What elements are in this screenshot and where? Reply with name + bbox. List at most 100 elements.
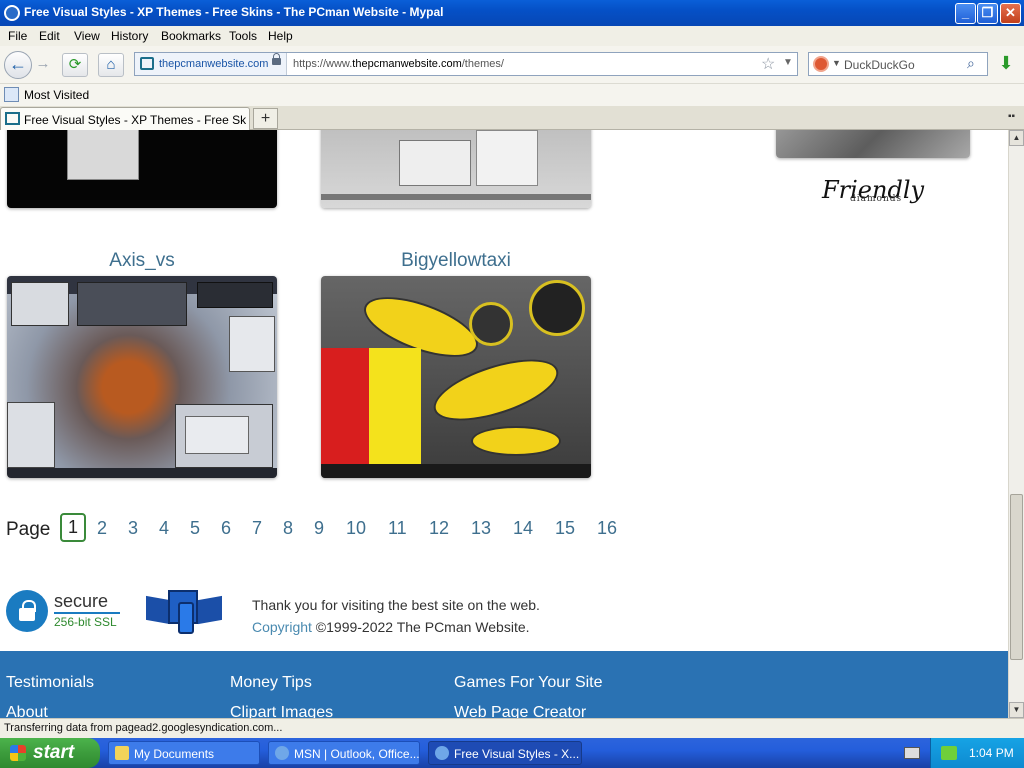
windows-logo-icon bbox=[10, 745, 26, 761]
scrollbar-thumb[interactable] bbox=[1010, 494, 1023, 660]
most-visited-bookmark[interactable]: Most Visited bbox=[24, 88, 89, 102]
devices-illustration-icon bbox=[146, 590, 224, 636]
mypal-app-icon[interactable] bbox=[4, 5, 20, 21]
new-tab-button[interactable]: + bbox=[253, 108, 278, 129]
scroll-down-button[interactable]: ▼ bbox=[1009, 702, 1024, 718]
page-link-6[interactable]: 6 bbox=[221, 518, 231, 539]
browser-icon bbox=[435, 746, 449, 760]
url-bar[interactable]: thepcmanwebsite.com https://www.thepcman… bbox=[134, 52, 798, 76]
page-link-10[interactable]: 10 bbox=[346, 518, 366, 539]
page-link-11[interactable]: 11 bbox=[388, 518, 407, 539]
back-button[interactable]: ← bbox=[4, 51, 32, 79]
reload-button[interactable]: ⟳ bbox=[62, 53, 88, 77]
download-arrow-icon: ⬇ bbox=[998, 53, 1014, 73]
forward-button[interactable]: → bbox=[32, 53, 54, 77]
page-link-2[interactable]: 2 bbox=[97, 518, 107, 539]
thanks-message: Thank you for visiting the best site on … bbox=[252, 597, 540, 613]
secure-divider bbox=[54, 612, 120, 614]
tab-strip: Free Visual Styles - XP Themes - Free Sk… bbox=[0, 106, 1024, 130]
close-button[interactable]: ✕ bbox=[1000, 3, 1021, 24]
theme-thumbnail-prev-2[interactable] bbox=[321, 130, 591, 208]
theme-thumbnail-prev-1[interactable] bbox=[7, 130, 277, 208]
footer-link-clipart[interactable]: Clipart Images bbox=[230, 704, 333, 718]
site-identity-button[interactable]: thepcmanwebsite.com bbox=[135, 53, 287, 75]
status-text: Transferring data from pagead2.googlesyn… bbox=[4, 722, 283, 734]
taskbar-item-msn[interactable]: MSN | Outlook, Office... bbox=[268, 741, 420, 765]
page-link-4[interactable]: 4 bbox=[159, 518, 169, 539]
window-titlebar[interactable]: Free Visual Styles - XP Themes - Free Sk… bbox=[0, 0, 1024, 26]
page-link-current[interactable]: 1 bbox=[60, 513, 87, 542]
duckduckgo-icon[interactable] bbox=[813, 56, 829, 72]
browser-icon bbox=[275, 746, 289, 760]
taskbar-item-free-visual-styles[interactable]: Free Visual Styles - X... bbox=[428, 741, 582, 765]
menu-edit[interactable]: Edit bbox=[39, 29, 60, 43]
menu-bar: File Edit View History Bookmarks Tools H… bbox=[0, 26, 1024, 46]
ad-diamond-image[interactable] bbox=[776, 130, 970, 158]
start-button[interactable]: start bbox=[0, 738, 100, 768]
taskbar-item-my-documents[interactable]: My Documents bbox=[108, 741, 260, 765]
back-arrow-icon: ← bbox=[9, 54, 27, 74]
footer-link-about[interactable]: About bbox=[6, 704, 48, 718]
bookmark-star-icon[interactable]: ☆ bbox=[761, 54, 775, 74]
page-link-9[interactable]: 9 bbox=[314, 518, 324, 539]
clock[interactable]: 1:04 PM bbox=[969, 746, 1014, 760]
theme-title-axis-vs[interactable]: Axis_vs bbox=[7, 250, 277, 272]
minimize-button[interactable]: _ bbox=[955, 3, 976, 24]
vertical-scrollbar[interactable]: ▲ ▼ bbox=[1008, 130, 1024, 718]
site-footer: Testimonials Money Tips Games For Your S… bbox=[0, 651, 1008, 718]
page-link-8[interactable]: 8 bbox=[283, 518, 293, 539]
search-bar[interactable]: ▼ DuckDuckGo ⌕ bbox=[808, 52, 988, 76]
window-title: Free Visual Styles - XP Themes - Free Sk… bbox=[24, 5, 444, 19]
home-icon: ⌂ bbox=[106, 56, 116, 73]
footer-link-web-page-creator[interactable]: Web Page Creator bbox=[454, 704, 586, 718]
theme-thumbnail-axis-vs[interactable] bbox=[7, 276, 277, 478]
downloads-button[interactable]: ⬇ bbox=[994, 53, 1018, 75]
theme-title-bigyellowtaxi[interactable]: Bigyellowtaxi bbox=[321, 250, 591, 272]
url-text[interactable]: https://www.thepcmanwebsite.com/themes/ bbox=[293, 58, 504, 70]
page-content: Friendly diamonds Axis_vs Bigyellowtaxi bbox=[0, 130, 1008, 718]
page-link-5[interactable]: 5 bbox=[190, 518, 200, 539]
most-visited-icon bbox=[4, 87, 19, 102]
maximize-button[interactable]: ❐ bbox=[977, 3, 998, 24]
copyright-line: Copyright ©1999-2022 The PCman Website. bbox=[252, 619, 530, 635]
search-icon[interactable]: ⌕ bbox=[967, 55, 975, 72]
network-icon[interactable] bbox=[941, 746, 957, 760]
tab-list-icon[interactable]: ▪▪ bbox=[1008, 111, 1015, 122]
search-placeholder: DuckDuckGo bbox=[844, 58, 915, 72]
footer-link-games[interactable]: Games For Your Site bbox=[454, 674, 603, 692]
theme-thumbnail-bigyellowtaxi[interactable] bbox=[321, 276, 591, 478]
url-history-dropdown-icon[interactable]: ▼ bbox=[783, 57, 793, 68]
pager-label: Page bbox=[6, 519, 51, 540]
lock-icon bbox=[272, 53, 281, 65]
home-button[interactable]: ⌂ bbox=[98, 53, 124, 77]
tab-favicon-icon bbox=[5, 112, 20, 125]
page-link-3[interactable]: 3 bbox=[128, 518, 138, 539]
copyright-link[interactable]: Copyright bbox=[252, 619, 312, 635]
search-engine-dropdown-icon[interactable]: ▼ bbox=[832, 58, 841, 68]
menu-file[interactable]: File bbox=[8, 29, 27, 43]
menu-view[interactable]: View bbox=[74, 29, 100, 43]
folder-icon bbox=[115, 746, 129, 760]
status-bar: Transferring data from pagead2.googlesyn… bbox=[0, 718, 1024, 738]
secure-badge-ssl: 256-bit SSL bbox=[54, 615, 117, 629]
footer-link-testimonials[interactable]: Testimonials bbox=[6, 674, 94, 692]
page-link-12[interactable]: 12 bbox=[429, 518, 449, 539]
identity-domain: thepcmanwebsite.com bbox=[159, 58, 269, 70]
tab-free-visual-styles[interactable]: Free Visual Styles - XP Themes - Free Sk… bbox=[0, 107, 250, 130]
menu-history[interactable]: History bbox=[111, 29, 148, 43]
page-link-13[interactable]: 13 bbox=[471, 518, 491, 539]
menu-bookmarks[interactable]: Bookmarks bbox=[161, 29, 221, 43]
page-link-15[interactable]: 15 bbox=[555, 518, 575, 539]
ad-logo-sub: diamonds bbox=[850, 194, 903, 204]
keyboard-icon[interactable] bbox=[904, 747, 920, 759]
menu-help[interactable]: Help bbox=[268, 29, 293, 43]
page-link-16[interactable]: 16 bbox=[597, 518, 617, 539]
footer-link-money-tips[interactable]: Money Tips bbox=[230, 674, 312, 692]
reload-icon: ⟳ bbox=[68, 56, 82, 73]
menu-tools[interactable]: Tools bbox=[229, 29, 257, 43]
system-tray: 1:04 PM bbox=[930, 738, 1024, 768]
scroll-up-button[interactable]: ▲ bbox=[1009, 130, 1024, 146]
page-link-14[interactable]: 14 bbox=[513, 518, 533, 539]
secure-badge-title: secure bbox=[54, 591, 109, 611]
page-link-7[interactable]: 7 bbox=[252, 518, 262, 539]
